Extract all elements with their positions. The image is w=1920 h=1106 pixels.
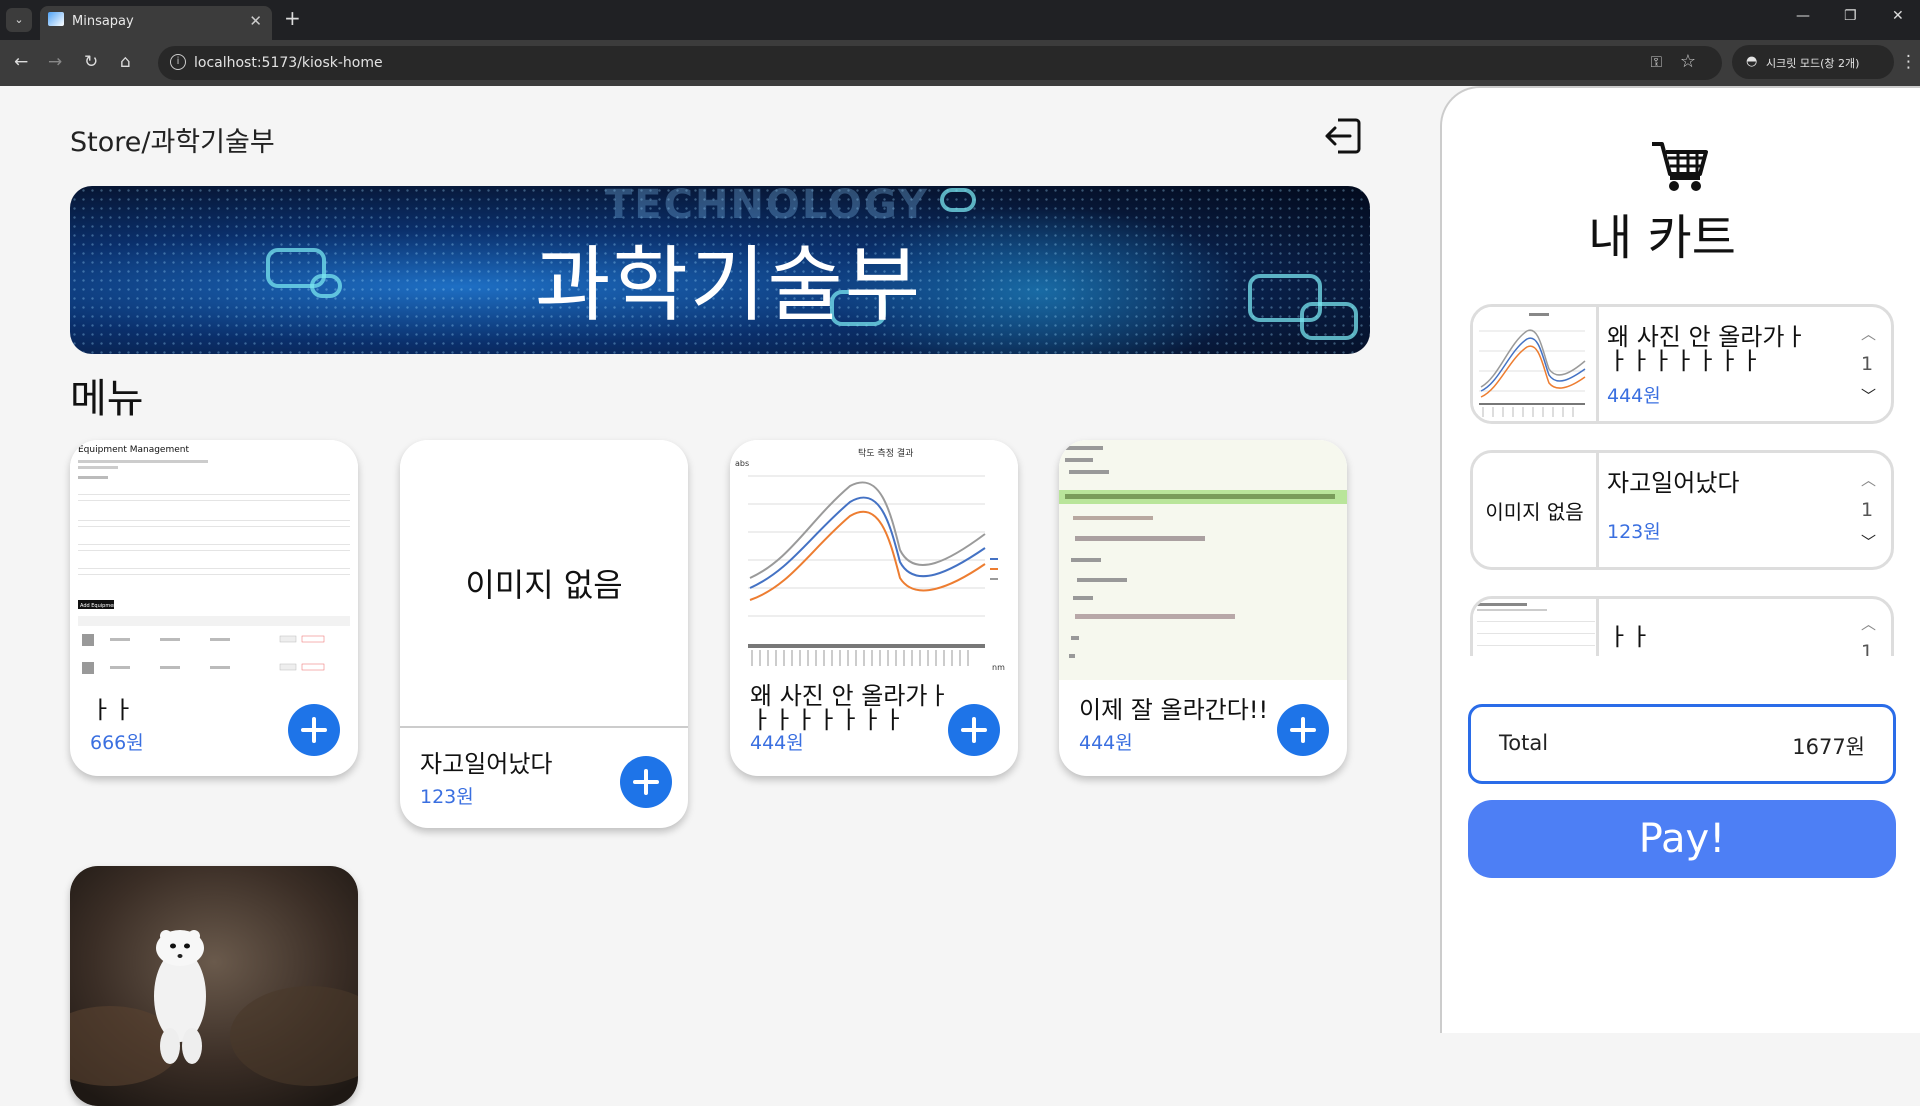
banner-title: 과학기술부 [535, 238, 923, 333]
forward-icon[interactable]: → [48, 52, 62, 72]
total-value: 1677원 [1792, 735, 1865, 759]
menu-item-name: ㅏㅏ [90, 696, 135, 724]
add-to-cart-button[interactable] [288, 704, 340, 756]
cart-item-quantity: 1 [1861, 641, 1874, 656]
menu-item-name: 이제 잘 올라간다!! [1079, 696, 1269, 724]
menu-item-image: 탁도 측정 결과 abs nm [730, 440, 1018, 680]
incognito-label: 시크릿 모드(창 2개) [1766, 57, 1860, 70]
card-divider [400, 726, 688, 728]
increase-quantity-icon[interactable]: ︿ [1861, 613, 1876, 634]
pay-button[interactable]: Pay! [1468, 800, 1896, 878]
menu-item-price: 123원 [420, 786, 474, 808]
add-to-cart-button[interactable] [620, 756, 672, 808]
cart-item: ㅏㅏ ︿ 1 [1470, 596, 1894, 656]
increase-quantity-icon[interactable]: ︿ [1861, 323, 1876, 344]
browser-tab[interactable]: Minsapay ✕ [40, 6, 272, 40]
menu-card[interactable]: 이제 잘 올라간다!! 444원 [1059, 440, 1347, 776]
address-bar[interactable]: i localhost:5173/kiosk-home ⚿ ☆ [158, 46, 1722, 80]
browser-menu-icon[interactable]: ⋮ [1900, 52, 1917, 72]
reload-icon[interactable]: ↻ [84, 52, 98, 72]
equipment-screenshot-thumbnail: Equipment Management Add Equipment [70, 440, 358, 680]
cart-title: 내 카트 [1588, 210, 1736, 266]
cart-item: 왜 사진 안 올라가ㅏㅏㅏㅏㅏㅏㅏㅏ 444원 ︿ 1 ﹀ [1470, 304, 1894, 424]
tab-search-icon[interactable]: ⌄ [6, 8, 32, 32]
incognito-icon: ◓ [1746, 54, 1758, 69]
tab-title: Minsapay [72, 14, 134, 29]
add-to-cart-button[interactable] [948, 704, 1000, 756]
back-icon[interactable]: ← [14, 52, 28, 72]
bookmark-star-icon[interactable]: ☆ [1680, 51, 1696, 72]
cart-panel: 내 카트 왜 사진 안 올라가ㅏㅏㅏㅏㅏㅏㅏㅏ 444원 ︿ 1 ﹀ 이미지 없… [1440, 86, 1920, 1033]
favicon-icon [48, 12, 64, 26]
equipment-screenshot-thumbnail [1473, 599, 1596, 656]
restore-icon[interactable]: ❐ [1844, 8, 1857, 24]
turbidity-chart-thumbnail: 탁도 측정 결과 abs nm [730, 440, 1018, 680]
total-label: Total [1499, 731, 1549, 755]
menu-item-price: 444원 [750, 732, 804, 754]
svg-text:nm: nm [992, 663, 1005, 672]
menu-item-name: 자고일어났다 [420, 750, 553, 778]
menu-card[interactable]: 이미지 없음 자고일어났다 123원 [400, 440, 688, 828]
turbidity-chart-thumbnail [1473, 307, 1596, 421]
menu-card[interactable]: 탁도 측정 결과 abs nm 왜 사진 안 올라가ㅏㅏㅏㅏㅏㅏㅏㅏ 444원 [730, 440, 1018, 776]
cart-total-box: Total 1677원 [1468, 704, 1896, 784]
menu-item-image [1059, 440, 1347, 680]
menu-item-price: 444원 [1079, 732, 1133, 754]
svg-text:탁도 측정 결과: 탁도 측정 결과 [858, 447, 913, 459]
shopping-cart-icon [1652, 142, 1708, 191]
menu-item-name: 왜 사진 안 올라가ㅏㅏㅏㅏㅏㅏㅏㅏ [750, 682, 950, 734]
browser-toolbar: ← → ↻ ⌂ i localhost:5173/kiosk-home ⚿ ☆ … [0, 40, 1920, 86]
home-icon[interactable]: ⌂ [120, 52, 131, 72]
cart-item-image [1473, 307, 1599, 421]
menu-card[interactable]: Equipment Management Add Equipment ㅏㅏ 66… [70, 440, 358, 776]
window-close-icon[interactable]: ✕ [1892, 8, 1904, 24]
cart-item-name: ㅏㅏ [1607, 623, 1652, 651]
svg-text:Add Equipment: Add Equipment [80, 603, 118, 609]
ermine-photo-thumbnail [70, 866, 358, 1106]
minimize-icon[interactable]: — [1796, 8, 1810, 24]
site-info-icon[interactable]: i [170, 54, 186, 70]
svg-text:abs: abs [735, 459, 749, 468]
browser-tabstrip: ⌄ Minsapay ✕ + — ❐ ✕ [0, 0, 1920, 40]
cart-item-quantity: 1 [1861, 499, 1874, 521]
store-main: Store/과학기술부 TECHNOLOGY 과학기술부 메뉴 Equipmen… [0, 86, 1440, 1106]
cart-item: 이미지 없음 자고일어났다 123원 ︿ 1 ﹀ [1470, 450, 1894, 570]
cart-item-name: 자고일어났다 [1607, 469, 1740, 497]
cart-item-quantity: 1 [1861, 353, 1874, 375]
add-to-cart-button[interactable] [1277, 704, 1329, 756]
new-tab-icon[interactable]: + [284, 6, 301, 30]
cart-item-image [1473, 599, 1599, 656]
store-banner: TECHNOLOGY 과학기술부 [70, 186, 1370, 354]
menu-item-price: 666원 [90, 732, 144, 754]
code-screenshot-thumbnail [1059, 440, 1347, 680]
menu-heading: 메뉴 [70, 376, 144, 422]
cart-no-image-placeholder: 이미지 없음 [1473, 453, 1599, 567]
menu-item-image: Equipment Management Add Equipment [70, 440, 358, 680]
password-key-icon[interactable]: ⚿ [1651, 53, 1662, 71]
menu-item-image [70, 866, 358, 1106]
breadcrumb: Store/과학기술부 [70, 127, 275, 158]
cart-item-name: 왜 사진 안 올라가ㅏㅏㅏㅏㅏㅏㅏㅏ [1607, 323, 1807, 375]
svg-text:Equipment Management: Equipment Management [78, 445, 189, 455]
cart-list-clip: ㅏㅏ ︿ 1 [1442, 594, 1920, 656]
menu-card[interactable] [70, 866, 358, 1106]
incognito-badge[interactable]: ◓ 시크릿 모드(창 2개) [1732, 45, 1894, 79]
logout-icon[interactable] [1324, 116, 1362, 156]
increase-quantity-icon[interactable]: ︿ [1861, 469, 1876, 490]
decrease-quantity-icon[interactable]: ﹀ [1861, 531, 1876, 552]
close-tab-icon[interactable]: ✕ [249, 12, 262, 30]
cart-item-price: 444원 [1607, 385, 1661, 407]
no-image-placeholder: 이미지 없음 [400, 440, 688, 726]
decrease-quantity-icon[interactable]: ﹀ [1861, 385, 1876, 406]
url-text: localhost:5173/kiosk-home [194, 55, 383, 71]
cart-item-price: 123원 [1607, 521, 1661, 543]
